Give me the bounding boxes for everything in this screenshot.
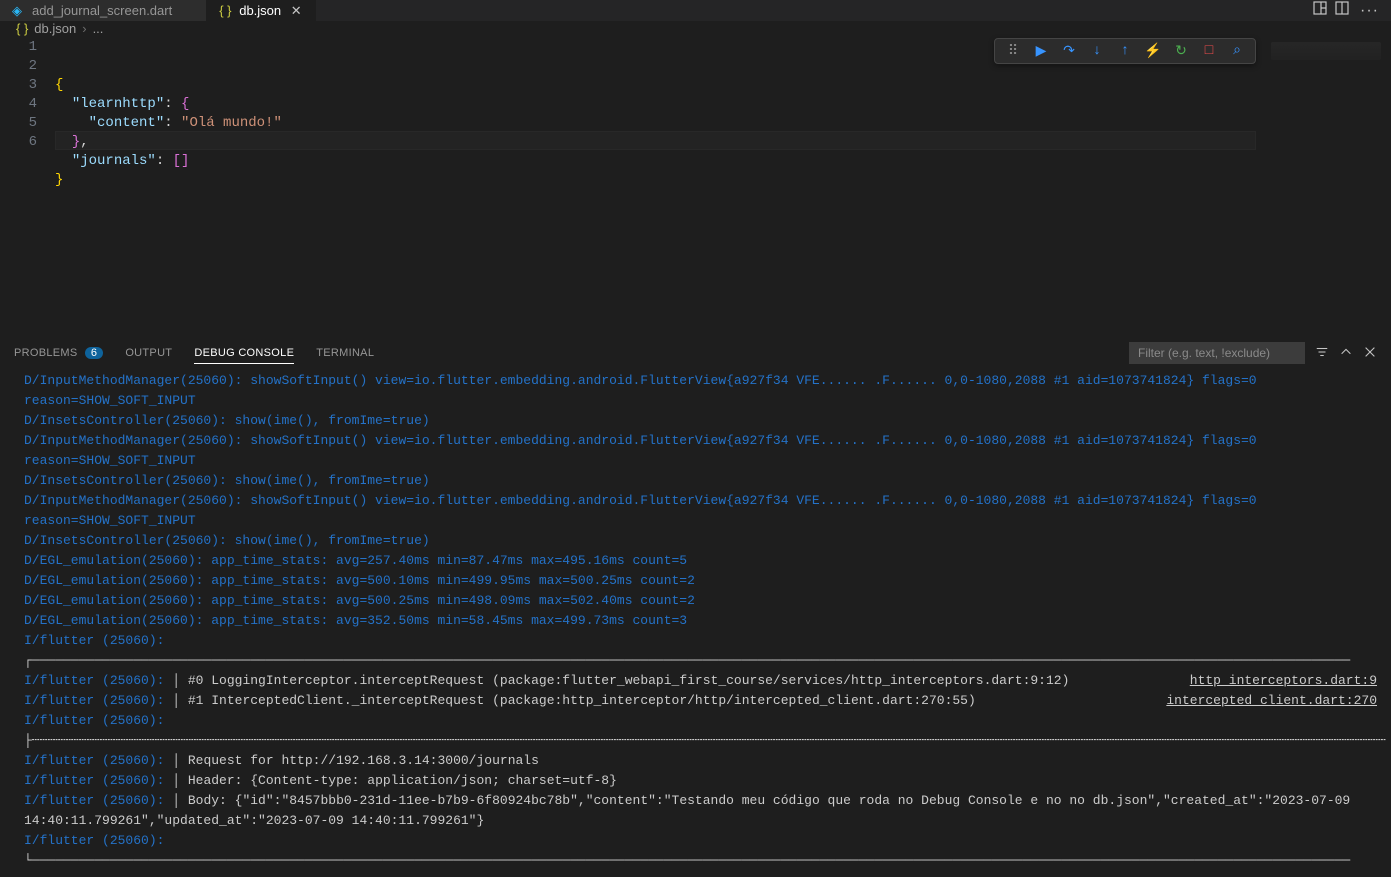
- close-panel-icon[interactable]: [1363, 345, 1377, 362]
- tab-label: PROBLEMS: [14, 347, 78, 359]
- panel-tabs: PROBLEMS 6 OUTPUT DEBUG CONSOLE TERMINAL: [0, 337, 1391, 369]
- breadcrumb-trail: ...: [93, 21, 104, 36]
- console-line: I/flutter (25060): │ Header: {Content-ty…: [24, 771, 1377, 791]
- line-number: 6: [0, 133, 37, 152]
- console-line: D/EGL_emulation(25060): app_time_stats: …: [24, 591, 1377, 611]
- json-file-icon: { }: [219, 3, 233, 18]
- more-actions-icon[interactable]: ···: [1356, 2, 1383, 20]
- console-line: I/flutter (25060): │ #0 LoggingIntercept…: [24, 671, 1377, 691]
- console-line: D/EGL_emulation(25060): app_time_stats: …: [24, 551, 1377, 571]
- breadcrumb[interactable]: { } db.json › ...: [0, 21, 1391, 36]
- console-line: I/flutter (25060): ┌────────────────────…: [24, 631, 1377, 671]
- problems-badge: 6: [85, 347, 103, 359]
- token: :: [164, 96, 172, 112]
- stack-link[interactable]: http_interceptors.dart:9: [1190, 671, 1377, 691]
- titlebar: ◈ add_journal_screen.dart ✕ { } db.json …: [0, 0, 1391, 21]
- filter-settings-icon[interactable]: [1315, 345, 1329, 362]
- current-line-highlight: [55, 131, 1256, 150]
- console-line: I/flutter (25060): │ Request for http://…: [24, 751, 1377, 771]
- line-number: 4: [0, 95, 37, 114]
- title-actions: ···: [1304, 0, 1391, 21]
- debug-console-output[interactable]: D/InputMethodManager(25060): showSoftInp…: [0, 369, 1391, 877]
- line-gutter: 1 2 3 4 5 6: [0, 36, 55, 336]
- console-line: D/InputMethodManager(25060): showSoftInp…: [24, 431, 1377, 471]
- line-number: 2: [0, 57, 37, 76]
- split-editor-icon[interactable]: [1334, 0, 1350, 21]
- console-line: I/flutter (25060): │ Body: {"id":"8457bb…: [24, 791, 1377, 831]
- token: "learnhttp": [72, 96, 164, 112]
- console-line: D/InputMethodManager(25060): showSoftInp…: [24, 371, 1377, 411]
- console-line: D/InsetsController(25060): show(ime(), f…: [24, 531, 1377, 551]
- chevron-right-icon: ›: [82, 21, 86, 36]
- step-over-icon[interactable]: ↷: [1061, 43, 1077, 59]
- drag-handle-icon[interactable]: ⠿: [1005, 43, 1021, 59]
- token: {: [55, 77, 63, 93]
- customize-layout-icon[interactable]: [1312, 0, 1328, 21]
- restart-icon[interactable]: ↻: [1173, 43, 1189, 59]
- token: "Olá mundo!": [181, 115, 282, 131]
- tab-label: add_journal_screen.dart: [32, 3, 172, 18]
- filter-input[interactable]: [1129, 342, 1305, 364]
- continue-icon[interactable]: ▶: [1033, 43, 1049, 59]
- stack-link[interactable]: intercepted_client.dart:270: [1166, 691, 1377, 711]
- code-area[interactable]: { "learnhttp": { "content": "Olá mundo!"…: [55, 36, 1391, 336]
- chevron-up-icon[interactable]: [1339, 345, 1353, 362]
- debug-toolbar: ⠿ ▶ ↷ ↓ ↑ ⚡ ↻ □ ⌕: [994, 38, 1256, 64]
- token: }: [55, 172, 63, 188]
- console-line: I/flutter (25060): └────────────────────…: [24, 831, 1377, 871]
- token: "content": [89, 115, 165, 131]
- inspect-icon[interactable]: ⌕: [1229, 43, 1245, 59]
- hot-reload-icon[interactable]: ⚡: [1145, 43, 1161, 59]
- panel-actions: [1129, 342, 1377, 364]
- stop-icon[interactable]: □: [1201, 43, 1217, 59]
- token: {: [181, 96, 189, 112]
- line-number: 1: [0, 38, 37, 57]
- tab-db-json[interactable]: { } db.json ✕: [207, 0, 316, 21]
- tab-add-journal[interactable]: ◈ add_journal_screen.dart ✕: [0, 0, 207, 21]
- token: []: [173, 153, 190, 169]
- token: :: [156, 153, 164, 169]
- tab-debug-console[interactable]: DEBUG CONSOLE: [194, 343, 294, 364]
- step-out-icon[interactable]: ↑: [1117, 43, 1133, 59]
- console-line: D/InsetsController(25060): show(ime(), f…: [24, 411, 1377, 431]
- line-number: 5: [0, 114, 37, 133]
- close-icon[interactable]: ✕: [289, 4, 303, 18]
- tab-terminal[interactable]: TERMINAL: [316, 343, 374, 364]
- tab-label: db.json: [239, 3, 281, 18]
- console-line: I/flutter (25060): │ #1 InterceptedClien…: [24, 691, 1377, 711]
- token: "journals": [72, 153, 156, 169]
- tab-problems[interactable]: PROBLEMS 6: [14, 343, 103, 364]
- console-line: I/flutter (25060): ├┄┄┄┄┄┄┄┄┄┄┄┄┄┄┄┄┄┄┄┄…: [24, 711, 1377, 751]
- console-line: D/EGL_emulation(25060): app_time_stats: …: [24, 571, 1377, 591]
- dart-file-icon: ◈: [12, 3, 26, 19]
- console-line: D/EGL_emulation(25060): app_time_stats: …: [24, 611, 1377, 631]
- tab-output[interactable]: OUTPUT: [125, 343, 172, 364]
- token: :: [164, 115, 172, 131]
- console-line: D/InsetsController(25060): show(ime(), f…: [24, 471, 1377, 491]
- breadcrumb-file: db.json: [34, 21, 76, 36]
- line-number: 3: [0, 76, 37, 95]
- console-line: D/InputMethodManager(25060): showSoftInp…: [24, 491, 1377, 531]
- tab-group: ◈ add_journal_screen.dart ✕ { } db.json …: [0, 0, 316, 21]
- minimap[interactable]: [1271, 42, 1381, 60]
- step-into-icon[interactable]: ↓: [1089, 43, 1105, 59]
- json-file-icon: { }: [16, 21, 28, 36]
- bottom-panel: PROBLEMS 6 OUTPUT DEBUG CONSOLE TERMINAL…: [0, 336, 1391, 877]
- editor[interactable]: 1 2 3 4 5 6 { "learnhttp": { "content": …: [0, 36, 1391, 336]
